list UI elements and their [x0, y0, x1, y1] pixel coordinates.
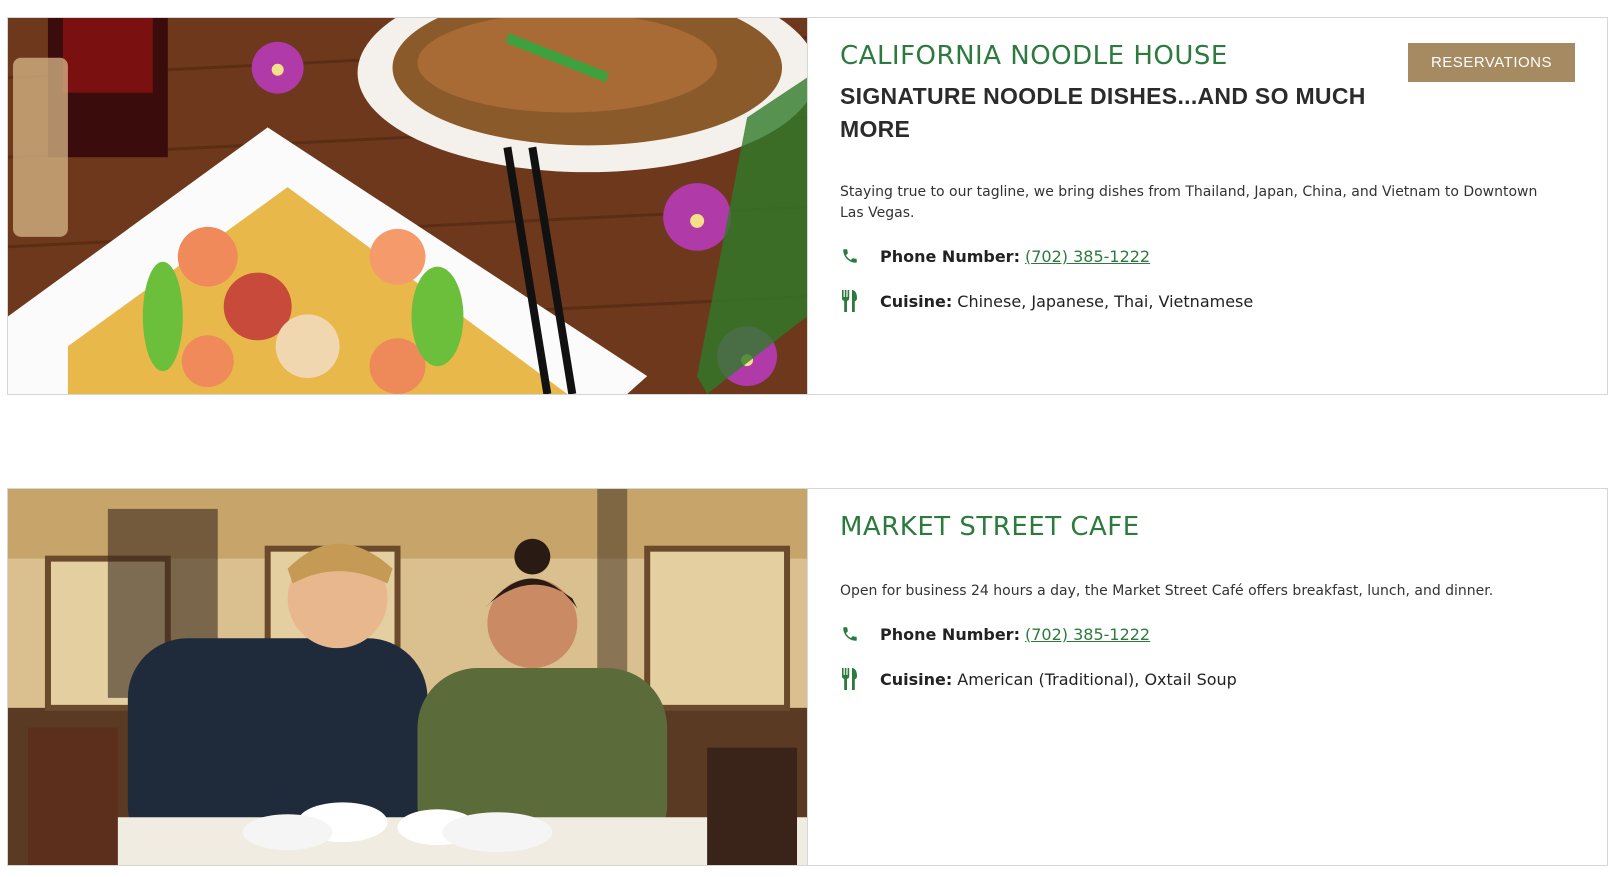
restaurant-listing-page: CALIFORNIA NOODLE HOUSE SIGNATURE NOODLE…: [0, 0, 1615, 877]
restaurant-name: MARKET STREET CAFE: [840, 512, 1140, 542]
phone-icon: [840, 623, 860, 645]
restaurant-description: Staying true to our tagline, we bring di…: [840, 184, 1538, 221]
cuisine-label: Cuisine:: [880, 291, 953, 311]
cuisine-value: Chinese, Japanese, Thai, Vietnamese: [957, 291, 1254, 311]
phone-label: Phone Number:: [880, 246, 1020, 266]
fork-knife-icon: [840, 290, 860, 312]
cuisine-label: Cuisine:: [880, 669, 953, 689]
restaurant-description: Open for business 24 hours a day, the Ma…: [840, 583, 1494, 599]
restaurant-details: MARKET STREET CAFE Open for business 24 …: [808, 489, 1607, 865]
restaurant-tagline: SIGNATURE NOODLE DISHES...AND SO MUCH MO…: [840, 83, 1366, 142]
phone-icon: [840, 245, 860, 267]
phone-row: Phone Number: (702) 385-1222: [840, 622, 1575, 646]
phone-link[interactable]: (702) 385-1222: [1025, 247, 1150, 266]
diners-photo[interactable]: [8, 489, 808, 865]
restaurant-card-california-noodle-house: CALIFORNIA NOODLE HOUSE SIGNATURE NOODLE…: [7, 17, 1608, 395]
phone-link[interactable]: (702) 385-1222: [1025, 625, 1150, 644]
phone-label: Phone Number:: [880, 624, 1020, 644]
phone-row: Phone Number: (702) 385-1222: [840, 244, 1575, 268]
noodle-dish-photo[interactable]: [8, 18, 808, 394]
restaurant-details: CALIFORNIA NOODLE HOUSE SIGNATURE NOODLE…: [808, 18, 1607, 394]
cuisine-row: Cuisine: American (Traditional), Oxtail …: [840, 667, 1575, 691]
restaurant-card-market-street-cafe: MARKET STREET CAFE Open for business 24 …: [7, 488, 1608, 866]
fork-knife-icon: [840, 668, 860, 690]
reservations-button[interactable]: RESERVATIONS: [1407, 43, 1575, 82]
cuisine-value: American (Traditional), Oxtail Soup: [957, 669, 1237, 689]
cuisine-row: Cuisine: Chinese, Japanese, Thai, Vietna…: [840, 289, 1575, 313]
